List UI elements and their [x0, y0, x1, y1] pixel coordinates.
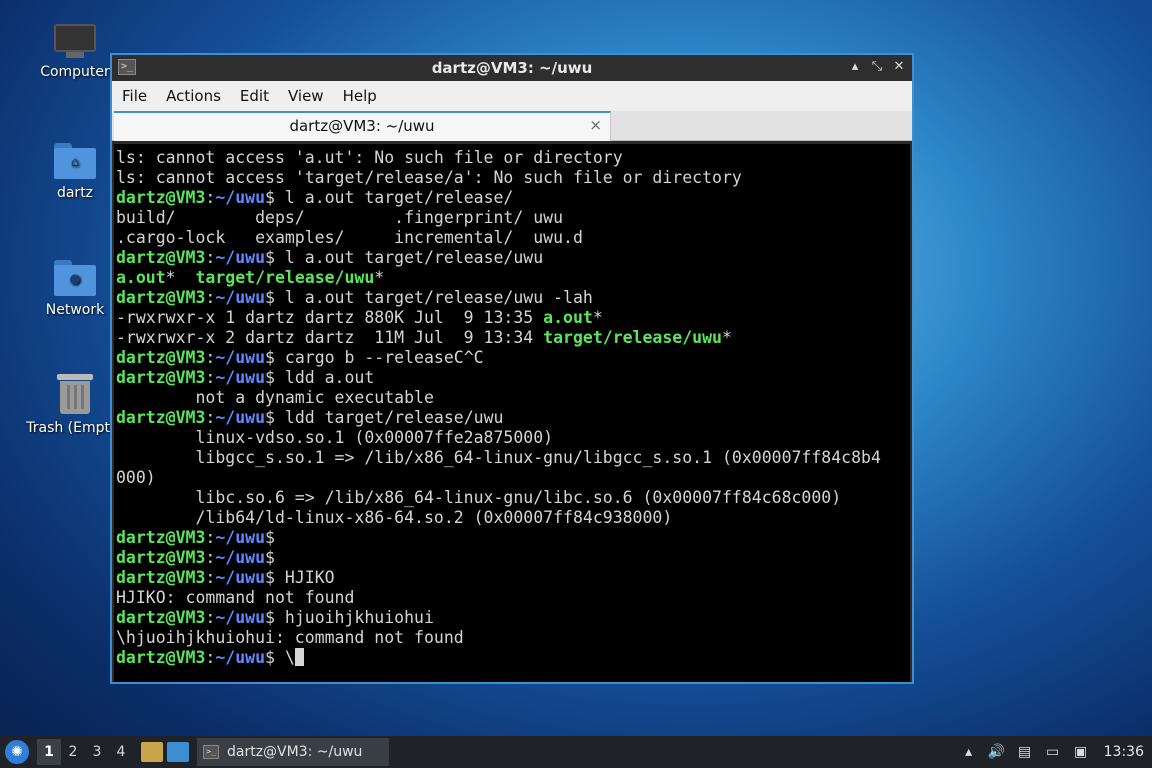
show-desktop-icon[interactable] — [167, 742, 189, 762]
terminal-line: dartz@VM3:~/uwu$ l a.out target/release/… — [116, 288, 593, 307]
menu-actions[interactable]: Actions — [162, 87, 233, 105]
tab-close-icon[interactable]: × — [589, 116, 602, 134]
terminal-line: dartz@VM3:~/uwu$ l a.out target/release/… — [116, 248, 544, 267]
workspace-4[interactable]: 4 — [109, 739, 133, 765]
terminal-line: ls: cannot access 'target/release/a': No… — [116, 168, 742, 187]
terminal-line: libc.so.6 => /lib/x86_64-linux-gnu/libc.… — [116, 488, 842, 507]
terminal-prompt-line[interactable]: dartz@VM3:~/uwu$ \ — [114, 648, 910, 668]
terminal-line: 000) — [116, 468, 156, 487]
window-title: dartz@VM3: ~/uwu — [431, 59, 593, 77]
minimize-button[interactable]: ▴ — [848, 58, 862, 76]
volume-icon[interactable]: 🔊 — [988, 743, 1006, 761]
tab-bar: dartz@VM3: ~/uwu × — [112, 111, 912, 141]
workspace-2[interactable]: 2 — [61, 739, 85, 765]
workspace-3[interactable]: 3 — [85, 739, 109, 765]
computer-icon — [54, 24, 96, 58]
terminal-line: dartz@VM3:~/uwu$ hjuoihjkhuiohui — [116, 608, 434, 627]
terminal-line: dartz@VM3:~/uwu$ HJIKO — [116, 568, 335, 587]
menu-file[interactable]: File — [118, 87, 159, 105]
menu-edit[interactable]: Edit — [236, 87, 281, 105]
file-manager-icon[interactable] — [141, 742, 163, 762]
network-icon[interactable]: ▭ — [1044, 743, 1062, 761]
terminal-line: /lib64/ld-linux-x86-64.so.2 (0x00007ff84… — [116, 508, 673, 527]
tray-up-arrow-icon[interactable]: ▴ — [960, 743, 978, 761]
terminal-app-icon: >_ — [203, 745, 219, 759]
tab-terminal[interactable]: dartz@VM3: ~/uwu × — [114, 111, 611, 141]
system-tray: ▴ 🔊 ▤ ▭ ▣ 13:36 — [960, 736, 1152, 768]
terminal-line: .cargo-lock examples/ incremental/ uwu.d — [116, 228, 583, 247]
terminal-output[interactable]: ls: cannot access 'a.ut': No such file o… — [114, 144, 910, 682]
tab-title: dartz@VM3: ~/uwu — [289, 117, 435, 135]
terminal-line: libgcc_s.so.1 => /lib/x86_64-linux-gnu/l… — [116, 448, 881, 467]
window-titlebar[interactable]: >_ dartz@VM3: ~/uwu ▴ ⤡ ✕ — [112, 55, 912, 81]
taskbar-task-terminal[interactable]: >_ dartz@VM3: ~/uwu — [197, 738, 389, 766]
menu-help[interactable]: Help — [339, 87, 389, 105]
text-cursor — [294, 648, 304, 666]
terminal-line: dartz@VM3:~/uwu$ ldd a.out — [116, 368, 375, 387]
terminal-line: dartz@VM3:~/uwu$ l a.out target/release/ — [116, 188, 514, 207]
trash-icon — [57, 374, 93, 414]
menu-view[interactable]: View — [284, 87, 336, 105]
terminal-line: dartz@VM3:~/uwu$ — [116, 528, 275, 547]
taskbar: ✺ 1 2 3 4 >_ dartz@VM3: ~/uwu ▴ 🔊 ▤ ▭ ▣ … — [0, 736, 1152, 768]
terminal-line: linux-vdso.so.1 (0x00007ffe2a875000) — [116, 428, 554, 447]
terminal-line: \hjuoihjkhuiohui: command not found — [116, 628, 464, 647]
terminal-line: a.out* target/release/uwu* — [116, 268, 385, 287]
terminal-line: ls: cannot access 'a.ut': No such file o… — [116, 148, 623, 167]
terminal-line: not a dynamic executable — [116, 388, 434, 407]
notification-icon[interactable]: ▣ — [1072, 743, 1090, 761]
terminal-line: dartz@VM3:~/uwu$ ldd target/release/uwu — [116, 408, 504, 427]
start-menu-icon[interactable]: ✺ — [5, 740, 29, 764]
terminal-line: -rwxrwxr-x 2 dartz dartz 11M Jul 9 13:34… — [116, 328, 732, 347]
terminal-line: build/ deps/ .fingerprint/ uwu — [116, 208, 564, 227]
task-label: dartz@VM3: ~/uwu — [227, 744, 363, 760]
clock[interactable]: 13:36 — [1104, 744, 1144, 760]
terminal-line: dartz@VM3:~/uwu$ cargo b --releaseC^C — [116, 348, 484, 367]
home-folder-icon: ⌂ — [54, 143, 96, 179]
clipboard-icon[interactable]: ▤ — [1016, 743, 1034, 761]
terminal-line: dartz@VM3:~/uwu$ — [116, 548, 275, 567]
close-button[interactable]: ✕ — [892, 58, 906, 76]
terminal-line: -rwxrwxr-x 1 dartz dartz 880K Jul 9 13:3… — [116, 308, 603, 327]
menubar: File Actions Edit View Help — [112, 81, 912, 111]
maximize-button[interactable]: ⤡ — [870, 58, 884, 76]
network-folder-icon: ● — [54, 260, 96, 296]
terminal-window: >_ dartz@VM3: ~/uwu ▴ ⤡ ✕ File Actions E… — [110, 53, 914, 684]
terminal-line: HJIKO: command not found — [116, 588, 355, 607]
workspace-1[interactable]: 1 — [37, 739, 61, 765]
